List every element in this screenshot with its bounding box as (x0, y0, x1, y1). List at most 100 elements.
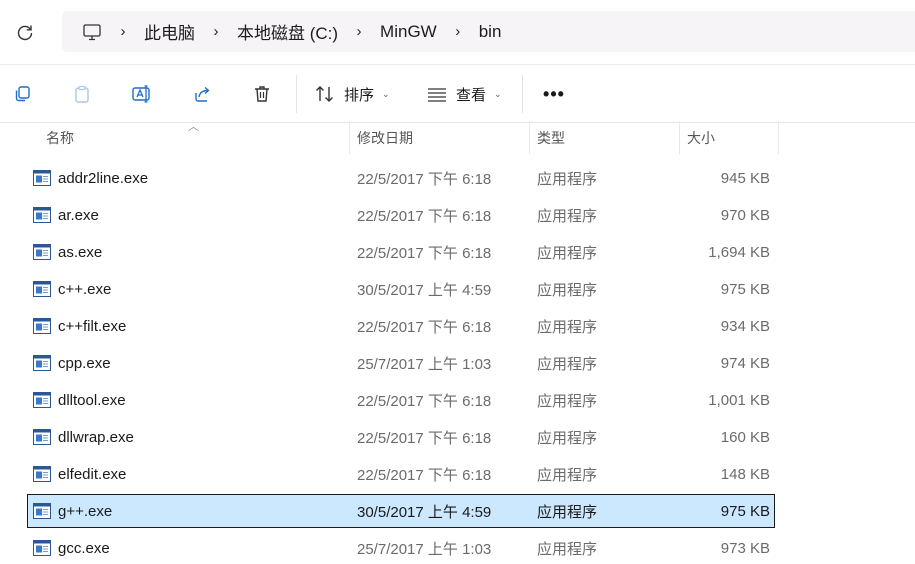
chevron-right-icon[interactable]: › (443, 23, 473, 40)
column-divider[interactable] (679, 121, 680, 154)
breadcrumb-item-this-pc[interactable]: 此电脑 (138, 19, 201, 44)
file-row[interactable]: cpp.exe 25/7/2017 上午 1:03 应用程序 974 KB (28, 347, 774, 379)
file-row[interactable]: c++.exe 30/5/2017 上午 4:59 应用程序 975 KB (28, 273, 774, 305)
breadcrumb-item-bin[interactable]: bin (473, 22, 508, 42)
sort-button[interactable]: 排序 ⌄ (314, 79, 390, 109)
rename-icon[interactable] (128, 80, 156, 108)
chevron-right-icon[interactable]: › (344, 23, 374, 40)
exe-file-icon (33, 429, 51, 445)
file-type: 应用程序 (537, 207, 598, 225)
address-bar-area: › 此电脑 › 本地磁盘 (C:) › MinGW › bin (0, 0, 915, 64)
file-size: 945 KB (720, 169, 770, 187)
copy-icon[interactable] (8, 80, 36, 108)
refresh-icon[interactable] (12, 20, 38, 46)
sort-label: 排序 (344, 86, 375, 104)
file-size: 1,694 KB (708, 243, 770, 261)
file-name: c++.exe (58, 280, 112, 298)
file-row[interactable]: addr2line.exe 22/5/2017 下午 6:18 应用程序 945 KB (28, 162, 774, 194)
exe-file-icon (33, 318, 51, 334)
column-header-date[interactable]: 修改日期 (357, 121, 413, 154)
file-size: 975 KB (720, 502, 770, 520)
file-row[interactable]: c++filt.exe 22/5/2017 下午 6:18 应用程序 934 KB (28, 310, 774, 342)
chevron-right-icon[interactable]: › (201, 23, 231, 40)
exe-file-icon (33, 281, 51, 297)
file-size: 934 KB (720, 317, 770, 335)
file-name: dlltool.exe (58, 391, 126, 409)
file-type: 应用程序 (537, 318, 598, 336)
file-row[interactable]: as.exe 22/5/2017 下午 6:18 应用程序 1,694 KB (28, 236, 774, 268)
exe-file-icon (33, 466, 51, 482)
view-button[interactable]: 查看 ⌄ (426, 79, 502, 109)
column-divider[interactable] (778, 121, 779, 154)
delete-icon[interactable] (248, 80, 276, 108)
breadcrumb-item-local-disk[interactable]: 本地磁盘 (C:) (231, 19, 344, 44)
file-type: 应用程序 (537, 429, 598, 447)
chevron-right-icon[interactable]: › (108, 23, 138, 40)
file-row[interactable]: elfedit.exe 22/5/2017 下午 6:18 应用程序 148 KB (28, 458, 774, 490)
file-date: 25/7/2017 上午 1:03 (357, 540, 492, 558)
column-header-name[interactable]: 名称 (46, 121, 74, 154)
view-label: 查看 (456, 86, 487, 104)
share-icon[interactable] (188, 80, 216, 108)
file-name: elfedit.exe (58, 465, 127, 483)
file-date: 25/7/2017 上午 1:03 (357, 355, 492, 373)
chevron-down-icon: ⌄ (494, 88, 502, 99)
file-size: 1,001 KB (708, 391, 770, 409)
chevron-down-icon: ⌄ (382, 88, 390, 99)
exe-file-icon (33, 244, 51, 260)
exe-file-icon (33, 355, 51, 371)
list-header: ︿ 名称 修改日期 类型 大小 (0, 121, 915, 154)
file-size: 160 KB (720, 428, 770, 446)
breadcrumb[interactable]: › 此电脑 › 本地磁盘 (C:) › MinGW › bin (62, 11, 915, 52)
file-row[interactable]: ar.exe 22/5/2017 下午 6:18 应用程序 970 KB (28, 199, 774, 231)
exe-file-icon (33, 392, 51, 408)
file-row[interactable]: g++.exe 30/5/2017 上午 4:59 应用程序 975 KB (27, 494, 775, 528)
file-type: 应用程序 (537, 170, 598, 188)
file-type: 应用程序 (537, 540, 598, 558)
file-type: 应用程序 (537, 355, 598, 373)
file-size: 148 KB (720, 465, 770, 483)
toolbar-divider (522, 75, 523, 113)
file-type: 应用程序 (537, 244, 598, 262)
breadcrumb-item-mingw[interactable]: MinGW (374, 22, 443, 42)
column-divider[interactable] (349, 121, 350, 154)
file-date: 22/5/2017 下午 6:18 (357, 429, 492, 447)
view-list-icon (428, 88, 446, 102)
file-name: cpp.exe (58, 354, 111, 372)
file-type: 应用程序 (537, 392, 598, 410)
toolbar-divider (296, 75, 297, 113)
column-divider[interactable] (529, 121, 530, 154)
file-name: c++filt.exe (58, 317, 127, 335)
file-type: 应用程序 (537, 503, 598, 521)
file-name: addr2line.exe (58, 169, 149, 187)
file-date: 22/5/2017 下午 6:18 (357, 466, 492, 484)
file-name: g++.exe (58, 502, 113, 520)
exe-file-icon (33, 207, 51, 223)
sort-up-icon: ︿ (188, 121, 199, 133)
file-date: 22/5/2017 下午 6:18 (357, 392, 492, 410)
file-name: as.exe (58, 243, 103, 261)
column-header-size[interactable]: 大小 (687, 121, 715, 154)
file-size: 970 KB (720, 206, 770, 224)
file-size: 975 KB (720, 280, 770, 298)
file-type: 应用程序 (537, 281, 598, 299)
exe-file-icon (33, 503, 51, 519)
file-row[interactable]: dlltool.exe 22/5/2017 下午 6:18 应用程序 1,001 KB (28, 384, 774, 416)
paste-icon[interactable] (68, 80, 96, 108)
computer-icon[interactable] (76, 16, 108, 48)
file-row[interactable]: dllwrap.exe 22/5/2017 下午 6:18 应用程序 160 KB (28, 421, 774, 453)
file-name: ar.exe (58, 206, 99, 224)
file-date: 30/5/2017 上午 4:59 (357, 503, 492, 521)
file-row[interactable]: gcc.exe 25/7/2017 上午 1:03 应用程序 973 KB (28, 532, 774, 564)
file-date: 22/5/2017 下午 6:18 (357, 244, 492, 262)
file-name: gcc.exe (58, 539, 110, 557)
more-options-icon[interactable]: ••• (541, 80, 567, 108)
file-size: 974 KB (720, 354, 770, 372)
file-size: 973 KB (720, 539, 770, 557)
column-header-type[interactable]: 类型 (537, 121, 565, 154)
file-date: 22/5/2017 下午 6:18 (357, 207, 492, 225)
exe-file-icon (33, 170, 51, 186)
file-name: dllwrap.exe (58, 428, 134, 446)
file-date: 30/5/2017 上午 4:59 (357, 281, 492, 299)
file-date: 22/5/2017 下午 6:18 (357, 318, 492, 336)
